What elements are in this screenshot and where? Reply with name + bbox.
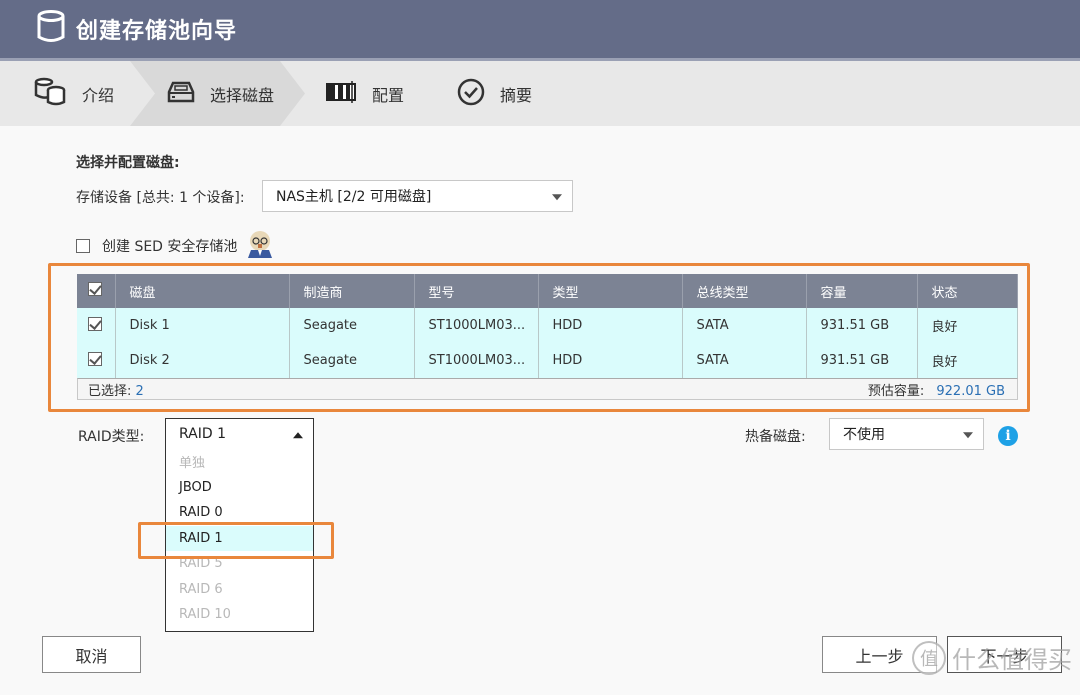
column-header-status[interactable]: 状态 — [917, 274, 1018, 308]
step-label: 摘要 — [500, 85, 533, 105]
sed-checkbox[interactable] — [76, 239, 90, 253]
sed-row: 创建 SED 安全存储池 — [76, 230, 275, 262]
databases-icon — [34, 77, 68, 111]
hot-spare-label: 热备磁盘: — [745, 429, 806, 445]
column-header-vendor[interactable]: 制造商 — [289, 274, 415, 308]
storage-device-select[interactable]: NAS主机 [2/2 可用磁盘] — [262, 180, 573, 212]
step-label: 选择磁盘 — [210, 85, 275, 105]
cell-status: 良好 — [917, 343, 1018, 378]
column-header-model[interactable]: 型号 — [414, 274, 539, 308]
cell-bus: SATA — [682, 343, 807, 378]
select-all-checkbox[interactable] — [88, 282, 102, 296]
disk-table: 磁盘 制造商 型号 类型 总线类型 容量 状态 Disk 1 Seagate S… — [77, 274, 1018, 378]
section-title: 选择并配置磁盘: — [76, 155, 180, 171]
raid-option-jbod[interactable]: JBOD — [166, 475, 313, 501]
header-select-all[interactable] — [77, 274, 116, 308]
column-header-type[interactable]: 类型 — [538, 274, 683, 308]
raid-option-raid6: RAID 6 — [179, 581, 223, 597]
watermark-text: 什么值得买 — [952, 646, 1072, 674]
cell-capacity: 931.51 GB — [806, 343, 918, 378]
row-checkbox-cell[interactable] — [77, 343, 116, 378]
raid-type-value: RAID 1 — [179, 426, 227, 442]
estimated-label: 预估容量: — [867, 383, 925, 399]
column-header-bus[interactable]: 总线类型 — [682, 274, 807, 308]
professor-avatar-icon[interactable] — [245, 230, 275, 262]
sed-checkbox-label: 创建 SED 安全存储池 — [102, 239, 238, 255]
raid-option-single: 单独 — [179, 456, 206, 472]
info-icon[interactable]: i — [998, 426, 1018, 446]
cell-vendor: Seagate — [289, 343, 415, 378]
storage-device-label: 存储设备 [总共: 1 个设备]: — [76, 190, 245, 206]
raid-type-label: RAID类型: — [78, 429, 145, 445]
row-checkbox-cell[interactable] — [77, 308, 116, 343]
hot-spare-select[interactable]: 不使用 — [829, 418, 984, 450]
raid-config-icon — [326, 80, 358, 107]
column-header-disk[interactable]: 磁盘 — [115, 274, 290, 308]
step-intro: 介绍 — [34, 61, 114, 126]
step-select-disks: 选择磁盘 — [166, 61, 274, 126]
column-header-capacity[interactable]: 容量 — [806, 274, 918, 308]
cell-capacity: 931.51 GB — [806, 308, 918, 343]
cell-model: ST1000LM03... — [414, 343, 539, 378]
database-icon — [36, 10, 66, 48]
cell-model: ST1000LM03... — [414, 308, 539, 343]
cell-status: 良好 — [917, 308, 1018, 343]
check-circle-icon — [456, 77, 486, 111]
wizard-title: 创建存储池向导 — [76, 19, 238, 44]
chevron-up-icon — [293, 432, 303, 439]
cell-vendor: Seagate — [289, 308, 415, 343]
raid-option-raid10: RAID 10 — [179, 607, 231, 623]
hot-spare-value: 不使用 — [843, 427, 885, 443]
chevron-down-icon — [963, 432, 973, 439]
watermark-logo-icon: 值 — [912, 640, 946, 675]
selected-value: 2 — [135, 383, 144, 399]
step-config: 配置 — [326, 61, 404, 126]
selected-count: 已选择: 2 — [88, 380, 144, 399]
selected-label: 已选择: — [88, 383, 132, 399]
step-summary: 摘要 — [456, 61, 532, 126]
table-row[interactable]: Disk 2 Seagate ST1000LM03... HDD SATA 93… — [77, 343, 1018, 378]
raid-type-select[interactable]: RAID 1 — [165, 418, 314, 450]
storage-device-value: NAS主机 [2/2 可用磁盘] — [276, 189, 432, 205]
wizard-titlebar: 创建存储池向导 — [0, 0, 1080, 58]
row-checkbox[interactable] — [88, 316, 102, 331]
estimated-capacity: 预估容量: 922.01 GB — [868, 380, 1005, 399]
watermark: 值 什么值得买 — [912, 640, 1072, 675]
wizard-steps: 介绍 选择磁盘 配置 摘要 — [0, 58, 1080, 126]
step-label: 介绍 — [82, 85, 115, 105]
step-label: 配置 — [372, 85, 405, 105]
wizard-content: 选择并配置磁盘: 存储设备 [总共: 1 个设备]: NAS主机 [2/2 可用… — [0, 126, 1080, 695]
estimated-value: 922.01 GB — [936, 383, 1005, 399]
table-header-row: 磁盘 制造商 型号 类型 总线类型 容量 状态 — [77, 274, 1018, 308]
cell-disk: Disk 2 — [115, 343, 290, 378]
cancel-button[interactable]: 取消 — [42, 636, 141, 673]
cell-bus: SATA — [682, 308, 807, 343]
cell-disk: Disk 1 — [115, 308, 290, 343]
row-checkbox[interactable] — [88, 351, 102, 366]
table-footer: 已选择: 2 预估容量: 922.01 GB — [77, 378, 1018, 400]
table-row[interactable]: Disk 1 Seagate ST1000LM03... HDD SATA 93… — [77, 308, 1018, 343]
chevron-down-icon — [552, 194, 562, 201]
cell-type: HDD — [538, 308, 683, 343]
disk-drive-icon — [166, 80, 196, 108]
cell-type: HDD — [538, 343, 683, 378]
raid1-highlight — [138, 522, 334, 559]
